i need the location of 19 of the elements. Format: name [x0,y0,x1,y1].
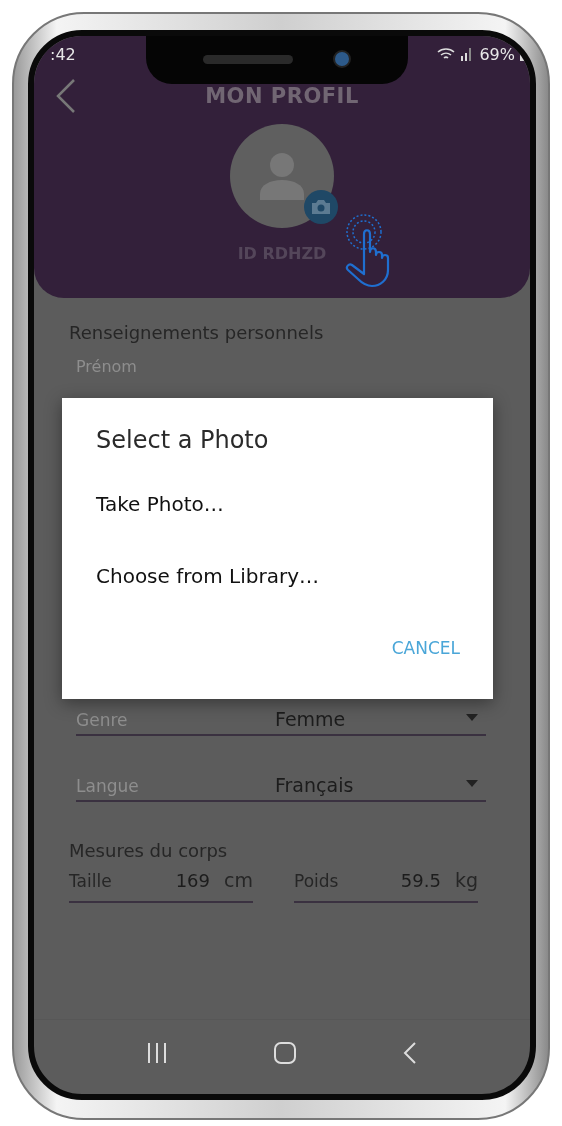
back-icon[interactable] [401,1041,418,1065]
battery-percent: 69% [479,44,515,64]
cancel-button[interactable]: CANCEL [391,638,460,658]
person-icon [260,152,304,200]
dialog-title: Select a Photo [96,426,270,454]
camera-button[interactable] [304,190,338,224]
dialog-option[interactable]: Take Photo… [96,492,224,516]
camera-icon [311,199,331,215]
dropdown-caret-icon [466,714,478,721]
page-title: MON PROFIL [205,84,359,108]
wifi-icon [437,47,456,61]
dropdown-caret-icon [466,780,478,787]
home-icon[interactable] [273,1041,297,1065]
recent-apps-icon[interactable] [146,1042,169,1064]
status-time: :42 [50,44,76,64]
speaker-icon [203,54,293,64]
dialog-option[interactable]: Choose from Library… [96,564,320,588]
back-icon[interactable] [56,78,76,114]
front-camera-icon [333,50,351,68]
